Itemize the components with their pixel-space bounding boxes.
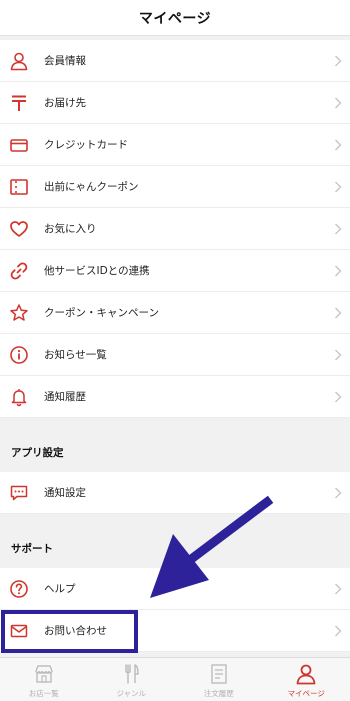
section-title: サポート bbox=[11, 543, 53, 555]
menu-item-notices[interactable]: お知らせ一覧 bbox=[0, 334, 350, 376]
menu-item-member-info[interactable]: 会員情報 bbox=[0, 40, 350, 82]
menu-item-label: 会員情報 bbox=[44, 55, 86, 67]
shop-icon bbox=[33, 663, 55, 685]
menu-item-label: お知らせ一覧 bbox=[44, 349, 107, 361]
section-title: アプリ設定 bbox=[11, 447, 64, 459]
tab-label: マイページ bbox=[287, 689, 325, 698]
question-icon bbox=[9, 579, 29, 599]
star-icon bbox=[9, 303, 29, 323]
page-title: マイページ bbox=[138, 10, 212, 27]
chevron-right-icon bbox=[334, 583, 342, 595]
heart-icon bbox=[9, 219, 29, 239]
chevron-right-icon bbox=[334, 265, 342, 277]
top-header: マイページ bbox=[0, 0, 350, 36]
menu-item-notification-history[interactable]: 通知履歴 bbox=[0, 376, 350, 418]
coupon-ticket-icon bbox=[9, 177, 29, 197]
menu-item-label: ヘルプ bbox=[44, 583, 76, 595]
person-icon bbox=[295, 663, 317, 685]
menu-item-label: 出前にゃんクーポン bbox=[44, 181, 139, 193]
menu-item-label: お気に入り bbox=[44, 223, 97, 235]
menu-item-help[interactable]: ヘルプ bbox=[0, 568, 350, 610]
tab-label: お店一覧 bbox=[28, 689, 59, 698]
chevron-right-icon bbox=[334, 349, 342, 361]
menu-item-coupon-campaign[interactable]: クーポン・キャンペーン bbox=[0, 292, 350, 334]
chevron-right-icon bbox=[334, 223, 342, 235]
chevron-right-icon bbox=[334, 307, 342, 319]
credit-card-icon bbox=[9, 135, 29, 155]
chat-bubble-icon bbox=[9, 483, 29, 503]
annotation-highlight-box bbox=[1, 610, 138, 653]
section-header-support: サポート bbox=[0, 514, 350, 568]
menu-item-label: 通知履歴 bbox=[44, 391, 86, 403]
menu-item-delivery-address[interactable]: お届け先 bbox=[0, 82, 350, 124]
postal-mark-icon bbox=[9, 93, 29, 113]
fork-knife-icon bbox=[120, 663, 142, 685]
chevron-right-icon bbox=[334, 487, 342, 499]
person-icon bbox=[9, 51, 29, 71]
bell-icon bbox=[9, 387, 29, 407]
chevron-right-icon bbox=[334, 55, 342, 67]
chevron-right-icon bbox=[334, 391, 342, 403]
menu-item-service-link[interactable]: 他サービスIDとの連携 bbox=[0, 250, 350, 292]
tab-label: 注文履歴 bbox=[203, 689, 234, 698]
chevron-right-icon bbox=[334, 181, 342, 193]
menu-item-favorites[interactable]: お気に入り bbox=[0, 208, 350, 250]
link-icon bbox=[9, 261, 29, 281]
section-header-app-settings: アプリ設定 bbox=[0, 418, 350, 472]
receipt-icon bbox=[208, 663, 230, 685]
chevron-right-icon bbox=[334, 97, 342, 109]
bottom-tab-bar: お店一覧 ジャンル 注文履歴 マイページ bbox=[0, 657, 350, 701]
info-icon bbox=[9, 345, 29, 365]
tab-order-history[interactable]: 注文履歴 bbox=[175, 658, 263, 701]
tab-label: ジャンル bbox=[116, 689, 147, 698]
menu-item-notification-settings[interactable]: 通知設定 bbox=[0, 472, 350, 514]
menu-item-label: クーポン・キャンペーン bbox=[44, 307, 159, 319]
chevron-right-icon bbox=[334, 139, 342, 151]
menu-item-label: 通知設定 bbox=[44, 487, 86, 499]
menu-item-label: お届け先 bbox=[44, 97, 86, 109]
tab-shop-list[interactable]: お店一覧 bbox=[0, 658, 88, 701]
chevron-right-icon bbox=[334, 625, 342, 637]
tab-genre[interactable]: ジャンル bbox=[88, 658, 176, 701]
menu-item-label: 他サービスIDとの連携 bbox=[44, 265, 150, 277]
menu-item-coupon[interactable]: 出前にゃんクーポン bbox=[0, 166, 350, 208]
menu-item-label: クレジットカード bbox=[44, 139, 128, 151]
tab-my-page[interactable]: マイページ bbox=[263, 658, 350, 701]
menu-item-credit-card[interactable]: クレジットカード bbox=[0, 124, 350, 166]
